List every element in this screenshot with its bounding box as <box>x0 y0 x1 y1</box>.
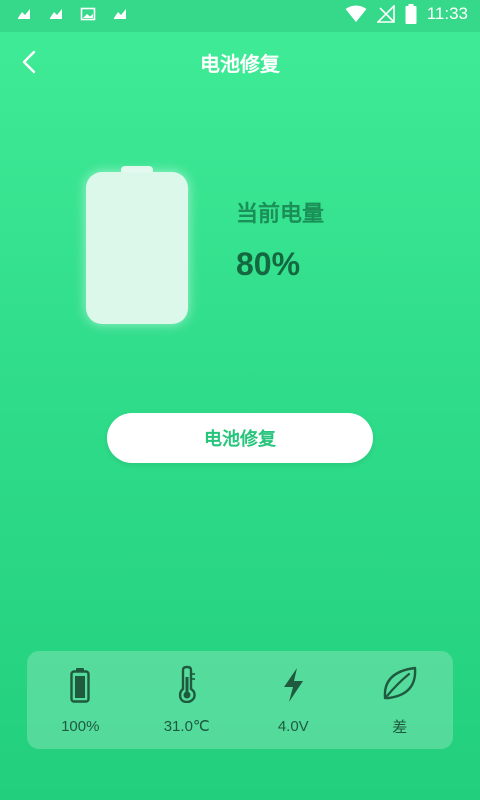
battery-icon <box>405 4 417 24</box>
stat-voltage: 4.0V <box>243 666 343 735</box>
stat-health: 差 <box>350 664 450 737</box>
app-bar: 电池修复 <box>0 32 480 92</box>
no-signal-icon <box>376 5 395 23</box>
page-title: 电池修复 <box>200 52 280 76</box>
status-bar: 11:33 <box>0 0 480 32</box>
notification-icon <box>114 9 126 19</box>
temperature-value: 31.0℃ <box>163 718 210 735</box>
battery-stats-panel: 100% 31.0℃ 4.0V 差 <box>27 651 453 749</box>
current-charge-value: 80% <box>236 246 301 282</box>
status-notifications <box>16 6 128 22</box>
current-charge-label: 当前电量 <box>236 202 325 227</box>
status-time: 11:33 <box>426 4 468 23</box>
notification-icon <box>50 9 62 19</box>
battery-icon <box>70 667 90 703</box>
battery-body <box>86 172 188 324</box>
battery-repair-button[interactable]: 电池修复 <box>107 413 373 463</box>
voltage-value: 4.0V <box>277 717 309 735</box>
wifi-icon <box>345 5 367 22</box>
lightning-icon <box>284 667 304 702</box>
stat-temperature: 31.0℃ <box>137 665 237 735</box>
health-value: 差 <box>392 718 408 736</box>
stat-battery-level: 100% <box>30 666 130 735</box>
leaf-icon <box>383 666 416 699</box>
thermometer-icon <box>178 665 196 703</box>
battery-graphic <box>84 166 192 328</box>
notification-icon <box>18 9 30 19</box>
image-icon <box>80 7 96 21</box>
battery-level-value: 100% <box>61 717 100 735</box>
